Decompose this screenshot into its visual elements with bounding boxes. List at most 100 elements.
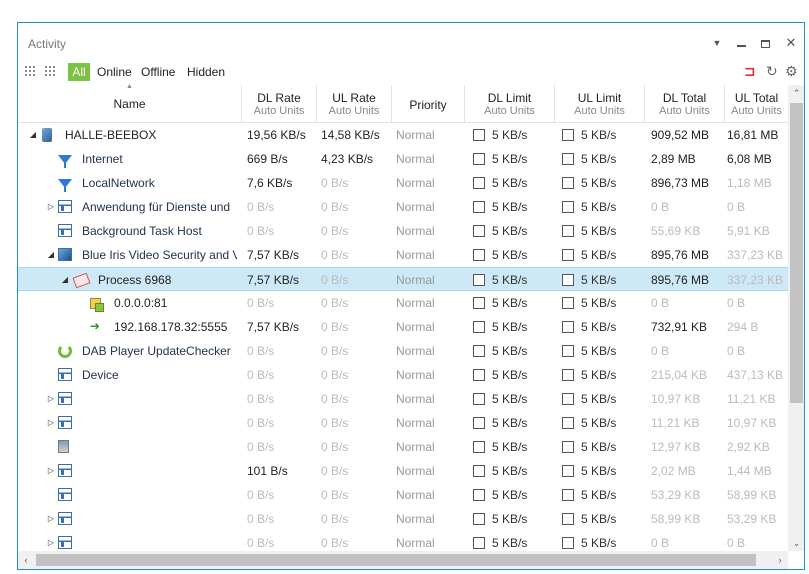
dl-limit-checkbox[interactable]	[473, 274, 485, 286]
table-row[interactable]: ◢ Process 6968 7,57 KB/s 0 B/s Normal 895,76 …	[18, 267, 788, 291]
dl-limit-checkbox[interactable]	[473, 153, 485, 165]
dl-limit-checkbox[interactable]	[473, 225, 485, 237]
table-row[interactable]: ➜ 192.168.178.32:5555 7,57 KB/s 0 B/s Normal…	[18, 315, 788, 339]
table-row[interactable]: ▷ 0 B/s 0 B/s Normal 11,21 KB 10,97 KB 5 KB/s 5…	[18, 411, 788, 435]
ul-limit-value: 5 KB/s	[581, 512, 617, 526]
scroll-up-icon[interactable]: ⌃	[788, 85, 804, 101]
ul-limit-checkbox[interactable]	[562, 321, 574, 333]
expand-icon[interactable]: ▷	[46, 387, 56, 411]
table-row[interactable]: LocalNetwork 7,6 KB/s 0 B/s Normal 896,73 MB…	[18, 171, 788, 195]
ul-limit-cell: 5 KB/s	[562, 243, 644, 267]
table-row[interactable]: 0 B/s 0 B/s Normal 12,97 KB 2,92 KB 5 KB/s 5 K…	[18, 435, 788, 459]
ul-limit-checkbox[interactable]	[562, 417, 574, 429]
column-header-name[interactable]: ▲ Name	[18, 83, 241, 123]
ul-limit-checkbox[interactable]	[562, 177, 574, 189]
dl-limit-checkbox[interactable]	[473, 129, 485, 141]
table-row[interactable]: ▷ Anwendung für Dienste und 0 B/s 0 B/s Norm…	[18, 195, 788, 219]
column-header-priority[interactable]: Priority	[391, 85, 464, 123]
filter-hidden-button[interactable]: Hidden	[187, 63, 225, 81]
dl-limit-checkbox[interactable]	[473, 489, 485, 501]
priority-cell: Normal	[396, 368, 435, 382]
table-row[interactable]: ◢ HALLE-BEEBOX 19,56 KB/s 14,58 KB/s Normal 9…	[18, 123, 788, 147]
collapse-icon[interactable]: ◢	[46, 243, 56, 267]
vertical-scrollbar[interactable]: ⌃ ⌄	[788, 85, 804, 551]
column-header-dl-total[interactable]: DL Total Auto Units	[644, 85, 724, 123]
filter-offline-button[interactable]: Offline	[141, 63, 175, 81]
dl-limit-checkbox[interactable]	[473, 177, 485, 189]
ul-limit-checkbox[interactable]	[562, 489, 574, 501]
table-row[interactable]: Background Task Host 0 B/s 0 B/s Normal 55,6…	[18, 219, 788, 243]
ul-limit-checkbox[interactable]	[562, 345, 574, 357]
window-menu-button[interactable]: ▼	[708, 34, 726, 52]
expand-icon[interactable]: ▷	[46, 459, 56, 483]
table-row[interactable]: 0.0.0.0:81 0 B/s 0 B/s Normal 0 B 0 B 5 KB/s 5 …	[18, 291, 788, 315]
dl-limit-checkbox[interactable]	[473, 321, 485, 333]
dl-limit-checkbox[interactable]	[473, 465, 485, 477]
dl-limit-checkbox[interactable]	[473, 201, 485, 213]
scroll-down-icon[interactable]: ⌄	[788, 535, 804, 551]
table-row[interactable]: ▷c 0 B/s 0 B/s Normal 0 B 0 B 5 KB/s 5 KB/s	[18, 531, 788, 551]
ul-limit-checkbox[interactable]	[562, 201, 574, 213]
dl-limit-checkbox[interactable]	[473, 297, 485, 309]
ul-limit-checkbox[interactable]	[562, 513, 574, 525]
table-row[interactable]: ▷ 0 B/s 0 B/s Normal 58,99 KB 53,29 KB 5 KB/s 5…	[18, 507, 788, 531]
ul-limit-checkbox[interactable]	[562, 129, 574, 141]
scroll-right-icon[interactable]: ›	[772, 551, 788, 569]
dl-limit-checkbox[interactable]	[473, 369, 485, 381]
column-header-ul-rate[interactable]: UL Rate Auto Units	[316, 85, 391, 123]
column-header-ul-total[interactable]: UL Total Auto Units	[724, 85, 788, 123]
table-row[interactable]: DAB Player UpdateChecker 0 B/s 0 B/s Normal…	[18, 339, 788, 363]
dl-rate-cell: 0 B/s	[247, 512, 275, 526]
table-row[interactable]: Internet 669 B/s 4,23 KB/s Normal 2,89 MB 6,0…	[18, 147, 788, 171]
maximize-button[interactable]	[756, 34, 774, 52]
collapse-icon[interactable]: ◢	[60, 268, 70, 292]
ul-limit-checkbox[interactable]	[562, 441, 574, 453]
dl-limit-checkbox[interactable]	[473, 345, 485, 357]
ul-limit-checkbox[interactable]	[562, 153, 574, 165]
ul-limit-checkbox[interactable]	[562, 225, 574, 237]
dl-limit-value: 5 KB/s	[492, 152, 528, 166]
expand-icon[interactable]: ▷	[46, 507, 56, 531]
ul-limit-checkbox[interactable]	[562, 465, 574, 477]
table-row[interactable]: ▷Di 101 B/s 0 B/s Normal 2,02 MB 1,44 MB 5 KB/…	[18, 459, 788, 483]
filter-all-button[interactable]: All	[68, 63, 90, 81]
filter-online-button[interactable]: Online	[97, 63, 132, 81]
dl-limit-checkbox[interactable]	[473, 249, 485, 261]
horizontal-scroll-thumb[interactable]	[36, 554, 756, 566]
dl-limit-checkbox[interactable]	[473, 393, 485, 405]
dl-rate-cell: 0 B/s	[247, 344, 275, 358]
table-row[interactable]: ◢ Blue Iris Video Security and V 7,57 KB/s…	[18, 243, 788, 267]
ul-limit-checkbox[interactable]	[562, 393, 574, 405]
dl-limit-checkbox[interactable]	[473, 537, 485, 549]
close-button[interactable]: ✕	[782, 34, 800, 52]
ul-limit-checkbox[interactable]	[562, 249, 574, 261]
column-header-dl-limit[interactable]: DL Limit Auto Units	[464, 85, 554, 123]
dl-rate-cell: 7,57 KB/s	[247, 248, 300, 262]
column-header-dl-rate[interactable]: DL Rate Auto Units	[241, 85, 316, 123]
gear-icon[interactable]: ⚙	[785, 63, 798, 80]
disconnect-icon[interactable]: ⊐	[744, 63, 756, 80]
expand-icon[interactable]: ▷	[46, 411, 56, 435]
table-row[interactable]: 0 B/s 0 B/s Normal 53,29 KB 58,99 KB 5 KB/s 5 …	[18, 483, 788, 507]
minimize-button[interactable]	[732, 34, 750, 52]
refresh-icon[interactable]: ↻	[766, 63, 778, 80]
vertical-scroll-thumb[interactable]	[790, 103, 803, 403]
grid-view-icon[interactable]	[24, 65, 37, 77]
ul-limit-checkbox[interactable]	[562, 297, 574, 309]
ul-limit-checkbox[interactable]	[562, 369, 574, 381]
dl-limit-checkbox[interactable]	[473, 513, 485, 525]
expand-icon[interactable]: ▷	[46, 531, 56, 551]
table-header: ▲ Name DL Rate Auto Units UL Rate Auto U…	[18, 83, 788, 123]
table-row[interactable]: Device Association Framewo 0 B/s 0 B/s Norm…	[18, 363, 788, 387]
horizontal-scrollbar[interactable]: ‹ ›	[18, 551, 788, 569]
dl-limit-checkbox[interactable]	[473, 441, 485, 453]
table-row[interactable]: ▷lo 0 B/s 0 B/s Normal 10,97 KB 11,21 KB 5 KB/…	[18, 387, 788, 411]
expand-icon[interactable]: ▷	[46, 195, 56, 219]
ul-limit-checkbox[interactable]	[562, 537, 574, 549]
collapse-icon[interactable]: ◢	[28, 123, 38, 147]
column-header-ul-limit[interactable]: UL Limit Auto Units	[554, 85, 644, 123]
grid-view-alt-icon[interactable]	[44, 65, 57, 77]
scroll-left-icon[interactable]: ‹	[18, 551, 34, 569]
ul-limit-checkbox[interactable]	[562, 274, 574, 286]
dl-limit-checkbox[interactable]	[473, 417, 485, 429]
